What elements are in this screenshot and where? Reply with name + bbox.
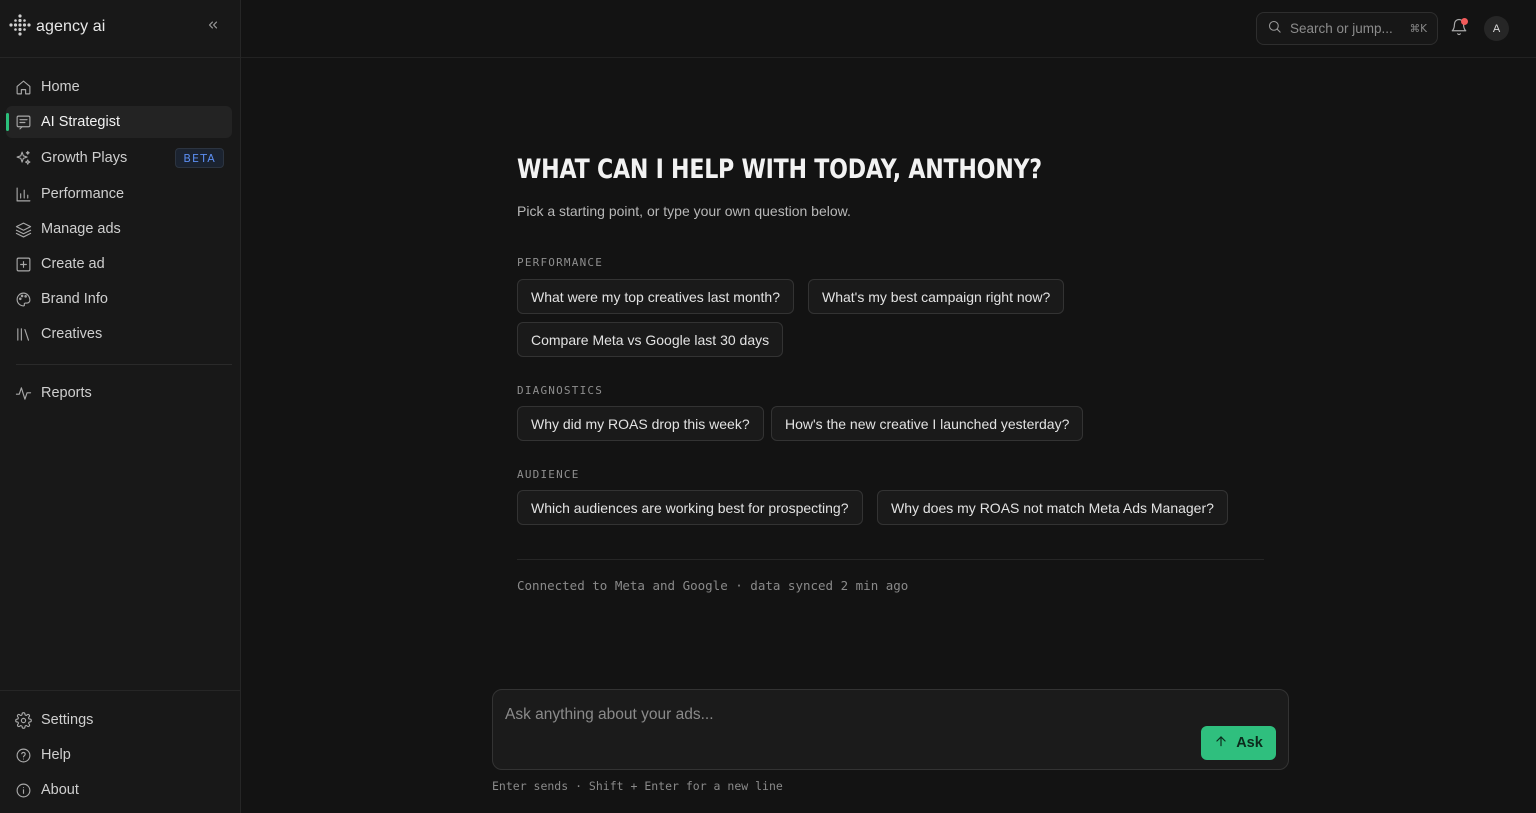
sidebar-item-label: Creatives bbox=[41, 326, 103, 342]
sparkles-icon bbox=[15, 150, 32, 167]
divider bbox=[16, 364, 232, 365]
prompt-chip[interactable]: Which audiences are working best for pro… bbox=[517, 490, 863, 525]
composer-hint: Enter sends · Shift + Enter for a new li… bbox=[492, 779, 783, 793]
sidebar-item-label: Performance bbox=[41, 186, 125, 202]
prompt-chip[interactable]: Why does my ROAS not match Meta Ads Mana… bbox=[877, 490, 1228, 525]
palette-icon bbox=[15, 291, 32, 308]
prompt-chip[interactable]: Why did my ROAS drop this week? bbox=[517, 406, 764, 441]
collapse-sidebar-button[interactable] bbox=[204, 18, 222, 36]
home-icon bbox=[15, 79, 32, 96]
sidebar-item-creatives[interactable]: Creatives bbox=[6, 318, 232, 350]
divider bbox=[0, 57, 241, 58]
sidebar: agency ai Home AI Strategist Growth Play… bbox=[0, 0, 241, 813]
sync-status: Connected to Meta and Google · data sync… bbox=[517, 578, 909, 593]
arrow-up-icon bbox=[1214, 734, 1228, 752]
avatar[interactable]: A bbox=[1484, 16, 1509, 41]
brand-name: agency ai bbox=[36, 18, 106, 35]
search-box[interactable]: Search or jump... ⌘K bbox=[1256, 12, 1438, 45]
prompt-chip[interactable]: How's the new creative I launched yester… bbox=[771, 406, 1084, 441]
plus-square-icon bbox=[15, 256, 32, 273]
sidebar-item-label: Growth Plays bbox=[41, 150, 128, 166]
app-window: agency ai Home AI Strategist Growth Play… bbox=[0, 0, 1536, 813]
sidebar-item-brand-info[interactable]: Brand Info bbox=[6, 283, 232, 315]
notification-dot bbox=[1461, 18, 1468, 25]
activity-icon bbox=[15, 385, 32, 402]
chevrons-left-icon bbox=[206, 18, 220, 37]
sidebar-item-label: About bbox=[41, 782, 79, 798]
sidebar-item-performance[interactable]: Performance bbox=[6, 178, 232, 210]
info-icon bbox=[15, 782, 32, 799]
help-circle-icon bbox=[15, 747, 32, 764]
sidebar-item-label: Brand Info bbox=[41, 291, 108, 307]
dots-grid-logo-icon bbox=[8, 13, 32, 42]
bell-icon bbox=[1450, 18, 1468, 40]
layers-icon bbox=[15, 221, 32, 238]
ask-button-label: Ask bbox=[1236, 735, 1263, 751]
section-label-diagnostics: DIAGNOSTICS bbox=[517, 384, 604, 397]
gear-icon bbox=[15, 711, 32, 729]
search-shortcut: ⌘K bbox=[1409, 22, 1427, 35]
sidebar-item-label: AI Strategist bbox=[41, 114, 120, 130]
sidebar-item-help[interactable]: Help bbox=[6, 739, 232, 771]
beta-badge: BETA bbox=[175, 148, 224, 168]
library-icon bbox=[15, 326, 32, 343]
main-content: WHAT CAN I HELP WITH TODAY, ANTHONY? Pic… bbox=[241, 58, 1536, 813]
sidebar-item-create-ad[interactable]: Create ad bbox=[6, 248, 232, 280]
section-label-audience: AUDIENCE bbox=[517, 468, 580, 481]
search-icon bbox=[1267, 19, 1282, 39]
sidebar-item-reports[interactable]: Reports bbox=[6, 377, 232, 409]
ask-button[interactable]: Ask bbox=[1201, 726, 1276, 760]
topbar: Search or jump... ⌘K A bbox=[241, 0, 1536, 58]
sidebar-item-label: Create ad bbox=[41, 256, 105, 272]
page-subtitle: Pick a starting point, or type your own … bbox=[517, 203, 851, 219]
sidebar-item-label: Help bbox=[41, 747, 71, 763]
brand[interactable]: agency ai bbox=[8, 13, 106, 42]
sidebar-item-manage-ads[interactable]: Manage ads bbox=[6, 213, 232, 245]
sidebar-item-about[interactable]: About bbox=[6, 774, 232, 806]
sidebar-item-label: Home bbox=[41, 79, 80, 95]
composer: Ask bbox=[492, 689, 1289, 770]
prompt-chip[interactable]: Compare Meta vs Google last 30 days bbox=[517, 322, 784, 357]
search-input[interactable]: Search or jump... bbox=[1290, 21, 1402, 36]
ask-input[interactable] bbox=[505, 706, 1185, 746]
divider bbox=[517, 559, 1264, 560]
prompt-chip[interactable]: What were my top creatives last month? bbox=[517, 279, 794, 314]
page-title: WHAT CAN I HELP WITH TODAY, ANTHONY? bbox=[517, 154, 1042, 185]
chat-icon bbox=[15, 114, 32, 131]
sidebar-item-label: Reports bbox=[41, 385, 92, 401]
notifications-button[interactable] bbox=[1450, 18, 1470, 38]
prompt-chip[interactable]: What's my best campaign right now? bbox=[808, 279, 1065, 314]
section-label-performance: PERFORMANCE bbox=[517, 256, 604, 269]
sidebar-item-growth-plays[interactable]: Growth Plays BETA bbox=[6, 142, 232, 174]
divider bbox=[0, 690, 241, 691]
bar-chart-icon bbox=[15, 186, 32, 203]
sidebar-item-home[interactable]: Home bbox=[6, 71, 232, 103]
sidebar-item-label: Settings bbox=[41, 712, 94, 728]
sidebar-item-ai-strategist[interactable]: AI Strategist bbox=[6, 106, 232, 138]
sidebar-item-settings[interactable]: Settings bbox=[6, 704, 232, 736]
sidebar-item-label: Manage ads bbox=[41, 221, 121, 237]
